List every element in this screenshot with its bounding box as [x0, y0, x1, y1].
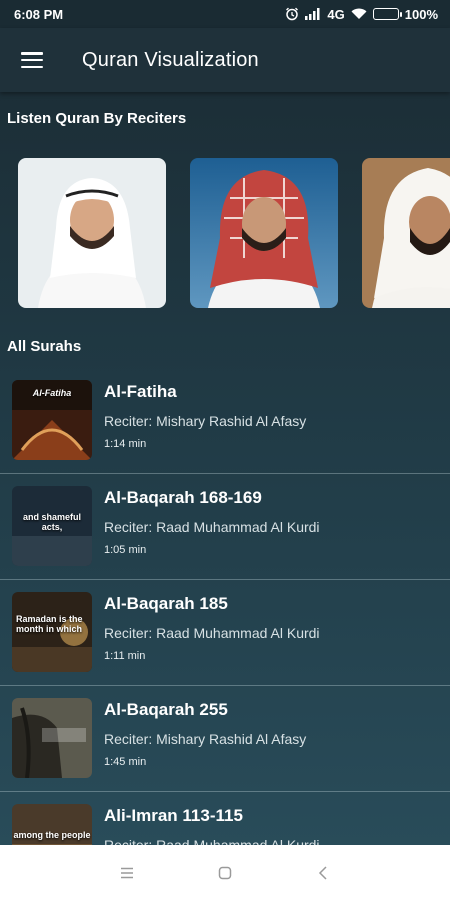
surah-item-al-baqarah-185[interactable]: Ramadan is the month in which Al-Baqarah…	[0, 580, 450, 686]
wifi-icon	[351, 8, 367, 20]
battery-percent: 100%	[404, 6, 438, 22]
surah-name: Al-Baqarah 185	[104, 594, 228, 613]
signal-icon	[305, 8, 321, 20]
reciter-photo-3	[362, 158, 450, 308]
status-bar: 6:08 PM 4G 100%	[0, 0, 450, 28]
surah-list[interactable]: Al-Fatiha Al-Fatiha Reciter: Mishary Ras…	[0, 368, 450, 845]
recents-icon[interactable]	[117, 863, 137, 883]
home-icon[interactable]	[215, 863, 235, 883]
surah-duration: 1:11 min	[104, 650, 146, 662]
system-nav-bar	[0, 845, 450, 900]
app-bar: Quran Visualization	[0, 28, 450, 92]
reciter-card-3[interactable]	[362, 158, 450, 308]
surah-info: Al-Baqarah 168-169 Reciter: Raad Muhamma…	[104, 488, 320, 556]
surah-name: Ali-Imran 113-115	[104, 806, 243, 825]
reciters-section-title: Listen Quran By Reciters	[7, 110, 187, 127]
surah-thumbnail: among the people	[12, 804, 92, 845]
surah-item-al-baqarah-168-169[interactable]: and shameful acts, Al-Baqarah 168-169 Re…	[0, 474, 450, 580]
surah-duration: 1:14 min	[104, 438, 147, 450]
reciter-card-1[interactable]	[18, 158, 166, 308]
surah-duration: 1:45 min	[104, 756, 147, 768]
surah-item-al-baqarah-255[interactable]: Al-Baqarah 255 Reciter: Mishary Rashid A…	[0, 686, 450, 792]
thumbnail-caption: among the people	[13, 830, 91, 840]
reciter-card-2[interactable]	[190, 158, 338, 308]
surah-thumbnail: and shameful acts,	[12, 486, 92, 566]
thumbnail-caption: Ramadan is the month in which	[16, 614, 83, 634]
surah-name: Al-Baqarah 168-169	[104, 488, 262, 507]
surah-info: Al-Baqarah 185 Reciter: Raad Muhammad Al…	[104, 594, 320, 662]
surah-thumbnail: Ramadan is the month in which	[12, 592, 92, 672]
network-type: 4G	[327, 6, 345, 22]
surah-reciter: Reciter: Mishary Rashid Al Afasy	[104, 413, 307, 429]
reciters-carousel[interactable]	[18, 158, 450, 308]
status-time: 6:08 PM	[14, 6, 64, 22]
surah-thumbnail	[12, 698, 92, 778]
thumbnail-caption: Al-Fatiha	[32, 388, 72, 398]
app-title: Quran Visualization	[82, 48, 259, 71]
alarm-icon	[285, 7, 299, 21]
surah-item-al-fatiha[interactable]: Al-Fatiha Al-Fatiha Reciter: Mishary Ras…	[0, 368, 450, 474]
reciter-photo-1	[18, 158, 166, 308]
surah-reciter: Reciter: Raad Muhammad Al Kurdi	[104, 519, 320, 535]
hamburger-menu-icon	[21, 52, 43, 68]
thumbnail-caption: and shameful acts,	[22, 512, 81, 532]
surahs-section-title: All Surahs	[7, 338, 82, 355]
battery-icon	[372, 8, 402, 20]
back-icon[interactable]	[313, 863, 333, 883]
menu-button[interactable]	[0, 28, 64, 92]
status-icons: 4G 100%	[285, 7, 438, 22]
surah-duration: 1:05 min	[104, 544, 147, 556]
surah-reciter: Reciter: Raad Muhammad Al Kurdi	[104, 837, 320, 845]
surah-thumbnail: Al-Fatiha	[12, 380, 92, 460]
surah-name: Al-Fatiha	[104, 382, 177, 401]
surah-item-ali-imran-113-115[interactable]: among the people Ali-Imran 113-115 Recit…	[0, 792, 450, 845]
surah-reciter: Reciter: Mishary Rashid Al Afasy	[104, 731, 307, 747]
surah-info: Al-Fatiha Reciter: Mishary Rashid Al Afa…	[104, 382, 306, 450]
surah-name: Al-Baqarah 255	[104, 700, 228, 719]
surah-info: Al-Baqarah 255 Reciter: Mishary Rashid A…	[104, 700, 306, 768]
surah-info: Ali-Imran 113-115 Reciter: Raad Muhammad…	[104, 806, 320, 845]
reciter-photo-2	[190, 158, 338, 308]
surah-reciter: Reciter: Raad Muhammad Al Kurdi	[104, 625, 320, 641]
